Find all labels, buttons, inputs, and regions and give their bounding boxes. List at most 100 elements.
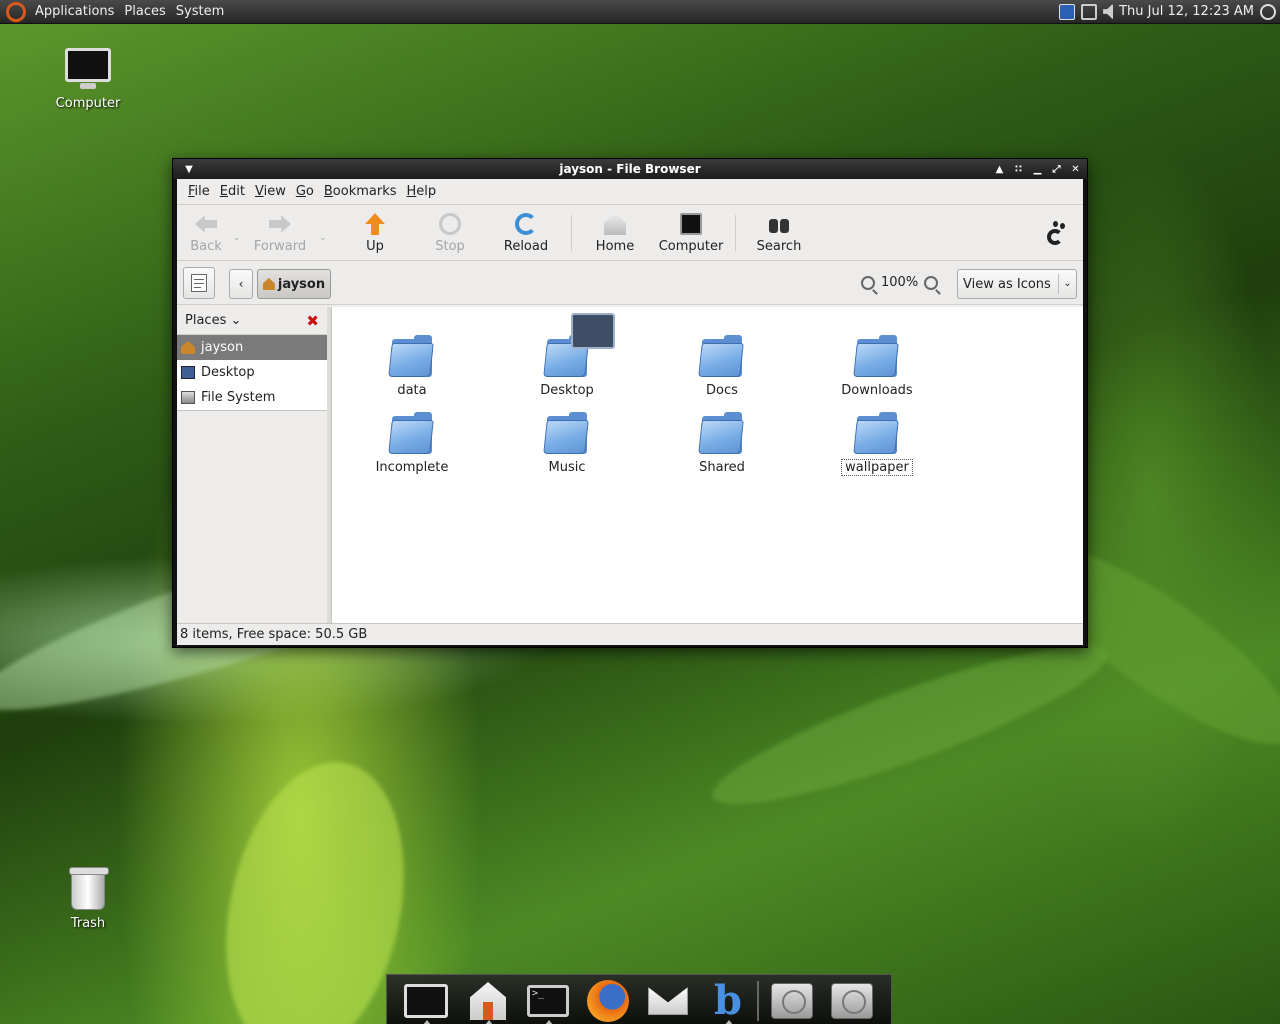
computer-button[interactable]: Computer <box>659 207 723 259</box>
file-item-incomplete[interactable]: Incomplete <box>352 412 472 475</box>
mail-icon <box>648 987 688 1015</box>
zoom-in-icon[interactable] <box>924 275 939 290</box>
close-sidebar-icon[interactable]: ✖ <box>306 312 319 330</box>
folder-icon <box>388 335 434 379</box>
dock-item-drive-2[interactable] <box>827 979 877 1023</box>
forward-history-chevron-icon[interactable]: ⌄ <box>319 233 327 243</box>
arrow-right-icon <box>269 215 291 233</box>
title-bar[interactable]: ▼ jayson - File Browser ▲ ∷ ▁ ⤢ ✕ <box>173 159 1087 179</box>
desktop-icon-computer[interactable]: Computer <box>38 48 138 111</box>
sidebar-item-file-system[interactable]: File System <box>177 385 327 410</box>
sidebar-header: Places ⌄ ✖ <box>177 307 327 335</box>
desktop-icon-label: Computer <box>55 96 121 111</box>
zoom-control: 100% <box>861 275 939 290</box>
sidebar: Places ⌄ ✖ jayson Desktop File System <box>177 307 327 623</box>
hard-drive-icon <box>831 983 873 1019</box>
sidebar-type-select[interactable]: Places ⌄ <box>185 313 241 328</box>
places-menu[interactable]: Places <box>119 4 170 19</box>
dock-item-terminal[interactable]: >_ <box>523 979 573 1024</box>
volume-icon[interactable] <box>1103 3 1114 20</box>
reload-icon <box>515 213 537 235</box>
zoom-out-icon[interactable] <box>861 275 875 290</box>
chevron-down-icon: ⌄ <box>1058 274 1076 294</box>
menubar: File Edit View Go Bookmarks Help <box>177 179 1083 205</box>
forward-button[interactable]: Forward <box>253 207 307 259</box>
menu-view[interactable]: View <box>250 184 291 199</box>
minimize-icon[interactable]: ▁ <box>1030 164 1045 175</box>
menu-edit[interactable]: Edit <box>215 184 250 199</box>
file-icon-view[interactable]: data Desktop Docs Downloads Incomplete M… <box>331 307 1083 623</box>
status-bar: 8 items, Free space: 50.5 GB <box>177 623 1083 645</box>
hard-drive-icon <box>771 983 813 1019</box>
menu-go[interactable]: Go <box>291 184 319 199</box>
chevron-left-icon: ‹ <box>238 277 244 291</box>
folder-icon <box>853 412 899 456</box>
back-button[interactable]: Back <box>185 207 227 259</box>
window-title: jayson - File Browser <box>559 162 701 176</box>
computer-icon <box>680 213 702 235</box>
stop-button[interactable]: Stop <box>433 207 467 259</box>
toolbar-separator <box>735 215 736 251</box>
file-item-music[interactable]: Music <box>507 412 627 475</box>
file-item-wallpaper[interactable]: wallpaper <box>817 412 937 476</box>
trash-icon <box>69 867 109 910</box>
breadcrumb-scroll-left-button[interactable]: ‹ <box>229 269 253 299</box>
applications-menu[interactable]: Applications <box>30 4 119 19</box>
firefox-icon <box>587 980 629 1022</box>
dock-item-computer[interactable] <box>401 979 451 1024</box>
sidebar-item-jayson[interactable]: jayson <box>177 335 327 360</box>
file-item-downloads[interactable]: Downloads <box>817 335 937 398</box>
system-menu[interactable]: System <box>171 4 229 19</box>
dock-item-mail[interactable] <box>643 979 693 1023</box>
power-icon[interactable] <box>1260 3 1276 20</box>
gnome-foot-icon <box>1043 221 1067 247</box>
close-icon[interactable]: ✕ <box>1068 164 1083 175</box>
b-app-icon: b <box>714 977 742 1024</box>
folder-icon <box>543 412 589 456</box>
dock-item-home[interactable] <box>463 979 513 1024</box>
edit-location-icon <box>191 274 207 292</box>
zoom-level[interactable]: 100% <box>881 275 918 290</box>
computer-icon <box>404 984 448 1018</box>
back-history-chevron-icon[interactable]: ⌄ <box>233 233 241 243</box>
home-button[interactable]: Home <box>595 207 635 259</box>
menu-help[interactable]: Help <box>402 184 442 199</box>
maximize-icon[interactable]: ⤢ <box>1049 164 1064 175</box>
reload-button[interactable]: Reload <box>503 207 549 259</box>
file-browser-window: ▼ jayson - File Browser ▲ ∷ ▁ ⤢ ✕ File E… <box>172 158 1088 648</box>
network-icon[interactable] <box>1059 3 1076 20</box>
ubuntu-logo-icon[interactable] <box>6 1 26 22</box>
home-icon <box>262 278 275 290</box>
desktop-folder-icon <box>543 313 615 379</box>
folder-icon <box>698 335 744 379</box>
status-text: 8 items, Free space: 50.5 GB <box>180 627 368 642</box>
file-item-desktop[interactable]: Desktop <box>507 313 627 398</box>
dock-item-b-app[interactable]: b <box>703 977 753 1024</box>
sidebar-item-desktop[interactable]: Desktop <box>177 360 327 385</box>
view-mode-select[interactable]: View as Icons ⌄ <box>957 269 1077 299</box>
computer-icon <box>65 48 111 89</box>
shade-icon[interactable]: ▲ <box>992 164 1007 175</box>
dock-separator <box>757 981 759 1021</box>
binoculars-icon <box>768 213 790 235</box>
toolbar: Back ⌄ Forward ⌄ Up Stop Reload Home Com… <box>177 205 1083 261</box>
places-list: jayson Desktop File System <box>177 335 327 411</box>
desktop-icon-trash[interactable]: Trash <box>38 867 138 931</box>
dock-item-drive-1[interactable] <box>767 979 817 1023</box>
file-item-docs[interactable]: Docs <box>662 335 782 398</box>
dock-item-firefox[interactable] <box>583 979 633 1023</box>
file-item-data[interactable]: data <box>352 335 472 398</box>
window-list-icon[interactable] <box>1081 3 1098 20</box>
menu-file[interactable]: File <box>183 184 215 199</box>
folder-icon <box>698 412 744 456</box>
stick-icon[interactable]: ∷ <box>1011 164 1026 175</box>
stop-icon <box>439 213 461 235</box>
breadcrumb-jayson[interactable]: jayson <box>257 269 331 299</box>
clock[interactable]: Thu Jul 12, 12:23 AM <box>1119 4 1254 19</box>
search-button[interactable]: Search <box>755 207 803 259</box>
menu-bookmarks[interactable]: Bookmarks <box>319 184 402 199</box>
toggle-location-button[interactable] <box>183 267 215 299</box>
folder-icon <box>388 412 434 456</box>
file-item-shared[interactable]: Shared <box>662 412 782 475</box>
up-button[interactable]: Up <box>361 207 389 259</box>
